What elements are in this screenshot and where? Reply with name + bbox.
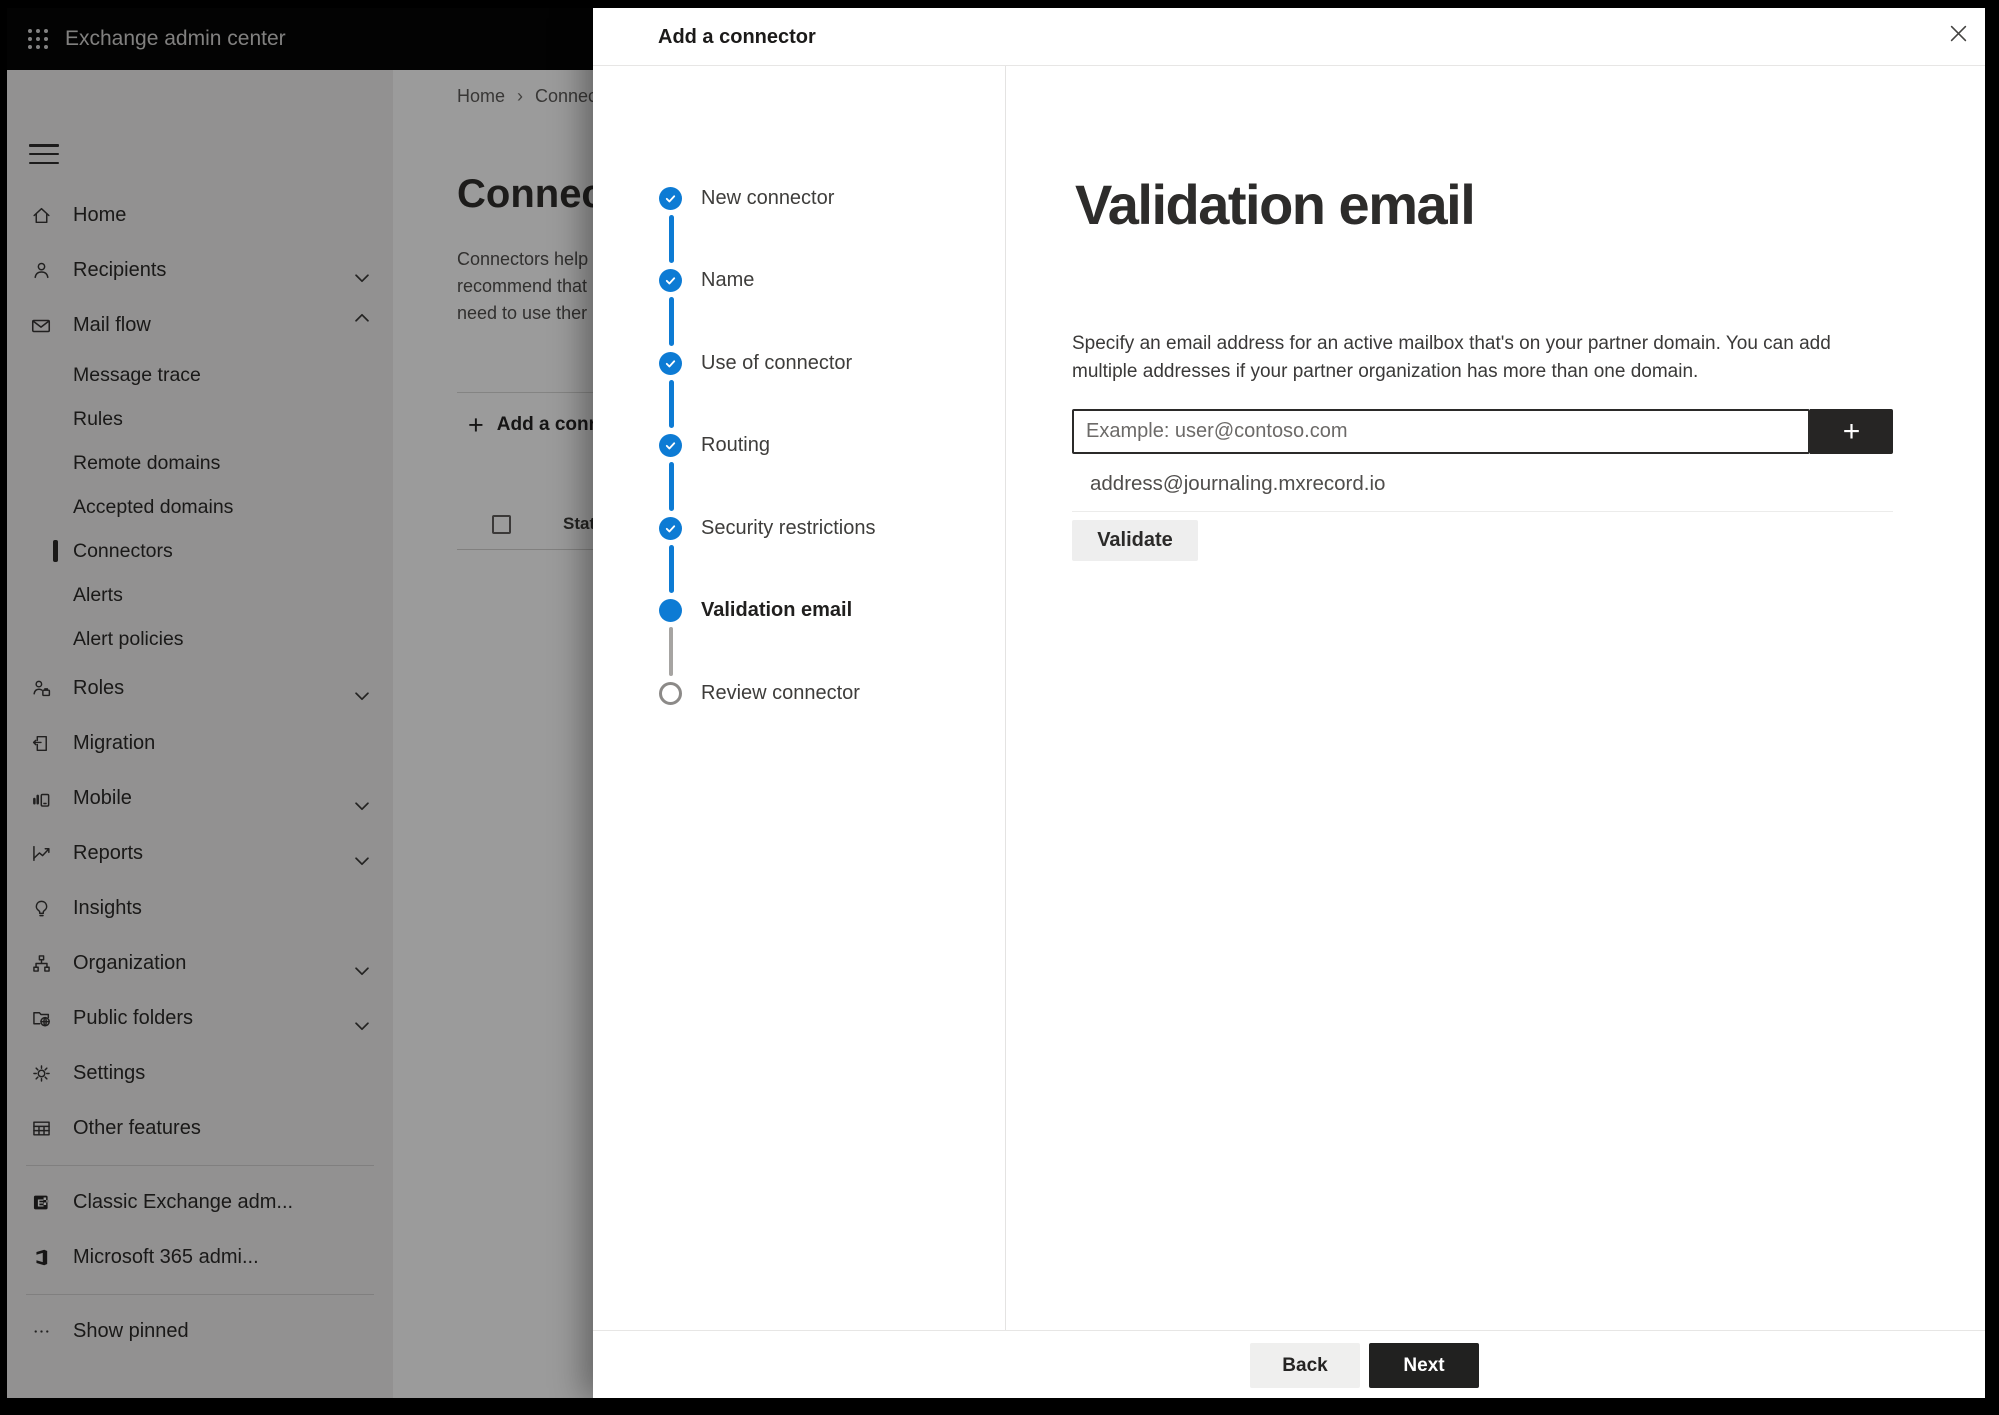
step-connector-line: [668, 380, 674, 428]
modal-header: Add a connector: [593, 8, 1985, 66]
step-connector-line: [668, 215, 674, 263]
wizard-steps: New connector Name Use of connector Rout…: [593, 66, 1006, 1330]
wizard-step-new-connector[interactable]: New connector: [593, 182, 1005, 214]
step-done-check-icon: [659, 351, 682, 375]
app-window: Exchange admin center Home Recipients Ma…: [7, 8, 1985, 1398]
step-upcoming-icon: [659, 681, 682, 705]
modal-body: New connector Name Use of connector Rout…: [593, 66, 1985, 1330]
wizard-step-use-of-connector[interactable]: Use of connector: [593, 347, 1005, 379]
plus-icon: +: [1842, 415, 1861, 448]
screenshot-frame: Exchange admin center Home Recipients Ma…: [0, 0, 1999, 1415]
add-connector-modal: Add a connector New connector Name Use o…: [593, 8, 1985, 1398]
panel-heading: Validation email: [1075, 173, 1476, 236]
step-connector-line: [669, 627, 673, 676]
step-label: Name: [701, 268, 755, 291]
step-label: Routing: [701, 433, 770, 456]
address-list-divider: [1072, 511, 1893, 512]
step-label: Use of connector: [701, 351, 853, 374]
close-icon[interactable]: [1941, 16, 1975, 50]
validate-button[interactable]: Validate: [1072, 520, 1198, 561]
step-current-icon: [659, 598, 682, 622]
panel-description: Specify an email address for an active m…: [1072, 333, 1831, 382]
wizard-step-routing[interactable]: Routing: [593, 429, 1005, 461]
step-label: Security restrictions: [701, 516, 876, 539]
step-connector-line: [668, 297, 674, 346]
step-label: Validation email: [701, 598, 853, 621]
add-address-button[interactable]: +: [1810, 409, 1893, 454]
wizard-step-name[interactable]: Name: [593, 264, 1005, 296]
address-list-item: address@journaling.mxrecord.io: [1072, 462, 1893, 508]
step-label: Review connector: [701, 681, 860, 704]
back-button[interactable]: Back: [1250, 1343, 1360, 1388]
step-connector-line: [668, 462, 674, 511]
step-done-check-icon: [659, 186, 682, 210]
modal-footer: Back Next: [593, 1330, 1985, 1398]
step-label: New connector: [701, 186, 835, 209]
modal-title: Add a connector: [658, 26, 816, 48]
validation-email-input[interactable]: [1072, 409, 1810, 454]
wizard-step-review-connector[interactable]: Review connector: [593, 677, 1005, 709]
step-done-check-icon: [659, 268, 682, 292]
validation-email-panel: Validation email Specify an email addres…: [1006, 66, 1985, 1330]
step-done-check-icon: [659, 433, 682, 457]
wizard-step-validation-email[interactable]: Validation email: [593, 594, 1005, 626]
next-button[interactable]: Next: [1369, 1343, 1479, 1388]
step-connector-line: [668, 545, 674, 593]
wizard-step-security-restrictions[interactable]: Security restrictions: [593, 512, 1005, 544]
address-email: address@journaling.mxrecord.io: [1090, 472, 1386, 495]
step-done-check-icon: [659, 516, 682, 540]
